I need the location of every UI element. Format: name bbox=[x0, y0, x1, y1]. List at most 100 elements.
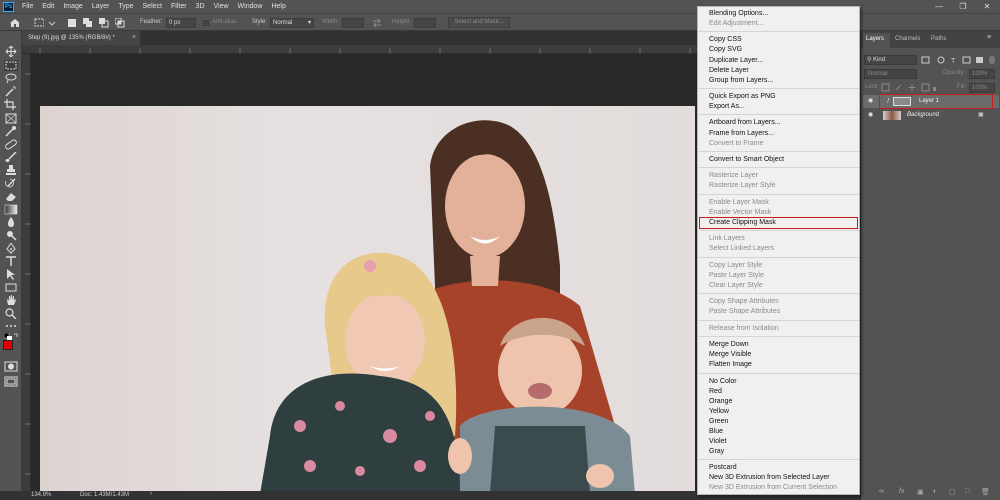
menu-item-convert-to-smart-object[interactable]: Convert to Smart Object bbox=[709, 155, 784, 165]
new-group-icon[interactable]: ▢ bbox=[949, 488, 956, 496]
menu-item-blue[interactable]: Blue bbox=[709, 427, 723, 437]
screen-mode-icon[interactable] bbox=[4, 376, 18, 387]
document-tab[interactable]: Step (9).jpg @ 135% (RGB/8#) * × bbox=[22, 31, 140, 45]
menu-layer[interactable]: Layer bbox=[92, 3, 110, 10]
chevron-right-icon[interactable]: › bbox=[150, 491, 152, 497]
type-tool-icon[interactable] bbox=[4, 256, 18, 267]
menu-item-merge-visible[interactable]: Merge Visible bbox=[709, 350, 751, 360]
history-brush-tool-icon[interactable] bbox=[4, 178, 18, 189]
menu-item-copy-svg[interactable]: Copy SVG bbox=[709, 45, 742, 55]
feather-input[interactable]: 0 px bbox=[166, 18, 196, 28]
clone-stamp-tool-icon[interactable] bbox=[4, 165, 18, 176]
tab-paths[interactable]: Paths bbox=[931, 36, 946, 42]
chevron-down-icon[interactable] bbox=[48, 18, 58, 28]
brush-tool-icon[interactable] bbox=[4, 152, 18, 163]
menu-select[interactable]: Select bbox=[143, 3, 162, 10]
menu-item-quick-export-as-png[interactable]: Quick Export as PNG bbox=[709, 92, 776, 102]
blur-tool-icon[interactable] bbox=[4, 217, 18, 228]
menu-item-flatten-image[interactable]: Flatten Image bbox=[709, 360, 752, 370]
lock-position-icon[interactable] bbox=[908, 84, 916, 91]
width-input[interactable] bbox=[342, 18, 364, 28]
visibility-eye-icon[interactable]: ◉ bbox=[868, 95, 873, 108]
filter-toggle-icon[interactable] bbox=[989, 56, 995, 64]
menu-item-frame-from-layers[interactable]: Frame from Layers... bbox=[709, 129, 774, 139]
filter-kind-select[interactable]: ⚲ Kind bbox=[864, 55, 917, 65]
menu-file[interactable]: File bbox=[22, 3, 33, 10]
lasso-tool-icon[interactable] bbox=[4, 73, 18, 84]
eyedropper-tool-icon[interactable] bbox=[4, 126, 18, 137]
menu-item-delete-layer[interactable]: Delete Layer bbox=[709, 66, 749, 76]
new-selection-icon[interactable] bbox=[67, 18, 77, 28]
select-and-mask-button[interactable]: Select and Mask... bbox=[448, 17, 510, 28]
menu-view[interactable]: View bbox=[214, 3, 229, 10]
smart-object-filter-icon[interactable] bbox=[976, 57, 983, 63]
menu-item-copy-css[interactable]: Copy CSS bbox=[709, 35, 742, 45]
menu-item-group-from-layers[interactable]: Group from Layers... bbox=[709, 76, 773, 86]
rectangle-tool-icon[interactable] bbox=[4, 282, 18, 293]
hand-tool-icon[interactable] bbox=[4, 295, 18, 306]
anti-alias-checkbox[interactable] bbox=[203, 20, 209, 26]
intersect-selection-icon[interactable] bbox=[115, 18, 125, 28]
close-icon[interactable]: ✕ bbox=[978, 0, 996, 13]
path-selection-tool-icon[interactable] bbox=[4, 269, 18, 280]
image-filter-icon[interactable] bbox=[921, 56, 930, 64]
quick-mask-icon[interactable] bbox=[4, 361, 18, 372]
fx-icon[interactable]: fx bbox=[899, 488, 904, 495]
move-tool-icon[interactable] bbox=[4, 46, 18, 57]
menu-item-orange[interactable]: Orange bbox=[709, 397, 732, 407]
menu-help[interactable]: Help bbox=[271, 3, 285, 10]
menu-edit[interactable]: Edit bbox=[42, 3, 54, 10]
adjustment-filter-icon[interactable] bbox=[937, 56, 945, 64]
eraser-tool-icon[interactable] bbox=[4, 191, 18, 202]
menu-3d[interactable]: 3D bbox=[196, 3, 205, 10]
menu-item-red[interactable]: Red bbox=[709, 387, 722, 397]
style-select[interactable]: Normal ▾ bbox=[270, 18, 314, 28]
layer-row-background[interactable]: ◉ Background ▣ bbox=[863, 109, 999, 122]
add-selection-icon[interactable] bbox=[83, 18, 93, 28]
zoom-level[interactable]: 134.9% bbox=[31, 492, 51, 498]
menu-type[interactable]: Type bbox=[118, 3, 133, 10]
magic-wand-tool-icon[interactable] bbox=[4, 86, 18, 97]
lock-artboard-icon[interactable] bbox=[921, 83, 930, 92]
document-image[interactable] bbox=[40, 106, 695, 494]
lock-image-icon[interactable] bbox=[895, 84, 902, 91]
tab-channels[interactable]: Channels bbox=[895, 36, 920, 42]
menu-item-no-color[interactable]: No Color bbox=[709, 377, 737, 387]
shape-filter-icon[interactable] bbox=[962, 56, 971, 64]
fill-input[interactable]: 100% bbox=[969, 83, 995, 93]
menu-item-duplicate-layer[interactable]: Duplicate Layer... bbox=[709, 56, 763, 66]
add-mask-icon[interactable]: ▣ bbox=[917, 488, 924, 496]
new-layer-icon[interactable]: □ bbox=[965, 488, 969, 495]
frame-tool-icon[interactable] bbox=[4, 113, 18, 124]
menu-item-postcard[interactable]: Postcard bbox=[709, 463, 737, 473]
trash-icon[interactable]: 🗑 bbox=[981, 488, 990, 496]
menu-item-merge-down[interactable]: Merge Down bbox=[709, 340, 749, 350]
dodge-tool-icon[interactable] bbox=[4, 230, 18, 241]
close-icon[interactable]: × bbox=[132, 31, 136, 45]
menu-window[interactable]: Window bbox=[238, 3, 263, 10]
menu-item-green[interactable]: Green bbox=[709, 417, 728, 427]
menu-item-artboard-from-layers[interactable]: Artboard from Layers... bbox=[709, 118, 781, 128]
gradient-tool-icon[interactable] bbox=[4, 204, 18, 215]
menu-item-new-3d-extrusion-from-selected-layer[interactable]: New 3D Extrusion from Selected Layer bbox=[709, 473, 830, 483]
swap-dimensions-icon[interactable] bbox=[372, 18, 382, 28]
menu-item-blending-options[interactable]: Blending Options... bbox=[709, 9, 768, 19]
menu-image[interactable]: Image bbox=[63, 3, 82, 10]
menu-item-yellow[interactable]: Yellow bbox=[709, 407, 729, 417]
tab-layers[interactable]: Layers bbox=[866, 36, 884, 42]
menu-item-gray[interactable]: Gray bbox=[709, 447, 724, 457]
minimize-icon[interactable]: — bbox=[930, 0, 948, 13]
panel-menu-icon[interactable]: ≡ bbox=[987, 34, 991, 41]
rectangular-marquee-tool-icon[interactable] bbox=[4, 60, 18, 71]
zoom-tool-icon[interactable] bbox=[4, 308, 18, 319]
crop-tool-icon[interactable] bbox=[4, 99, 18, 110]
type-filter-icon[interactable]: T bbox=[951, 58, 956, 65]
layer-name[interactable]: Background bbox=[907, 109, 939, 122]
opacity-input[interactable]: 100% bbox=[969, 69, 995, 79]
lock-all-icon[interactable] bbox=[933, 87, 936, 91]
adjustment-layer-icon[interactable]: ◐ bbox=[933, 488, 937, 495]
marquee-preset-icon[interactable] bbox=[34, 18, 44, 28]
restore-icon[interactable]: ❐ bbox=[954, 0, 972, 13]
menu-filter[interactable]: Filter bbox=[171, 3, 187, 10]
menu-item-export-as[interactable]: Export As... bbox=[709, 102, 745, 112]
